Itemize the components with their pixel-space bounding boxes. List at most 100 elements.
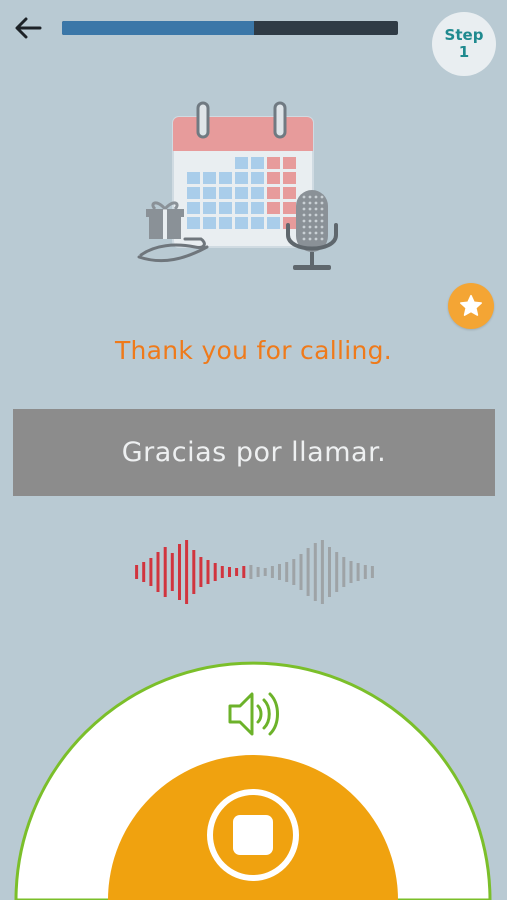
waveform-bar — [163, 547, 167, 597]
mic-grille-dot — [308, 207, 312, 211]
waveform-bar — [142, 562, 146, 582]
calendar-cell — [251, 187, 264, 199]
calendar-cell — [203, 217, 216, 229]
calendar-cell — [219, 202, 232, 214]
waveform-bar — [335, 552, 339, 592]
waveform-bar — [185, 540, 189, 604]
waveform-bar — [242, 566, 246, 578]
calendar-cell — [283, 172, 296, 184]
waveform-bar — [206, 560, 210, 584]
calendar-cell — [267, 202, 280, 214]
calendar-cell — [219, 187, 232, 199]
mic-grille-dot — [302, 213, 306, 217]
mic-grille-dot — [320, 201, 324, 205]
mic-grille-dot — [320, 207, 324, 211]
calendar-cell — [235, 187, 248, 199]
star-icon — [460, 294, 482, 316]
english-phrase: Thank you for calling. — [114, 336, 393, 365]
step-number: 1 — [458, 43, 470, 61]
mic-grille-dot — [320, 231, 324, 235]
waveform-bar — [256, 567, 260, 577]
waveform-bar — [156, 552, 160, 592]
mic-grille-dot — [320, 219, 324, 223]
waveform-bar — [306, 548, 310, 596]
waveform-bar — [342, 557, 346, 587]
waveform-bar — [178, 544, 181, 600]
mic-grille-dot — [320, 237, 324, 241]
mic-grille-dot — [308, 231, 312, 235]
step-label: Step — [444, 26, 484, 44]
calendar-cell — [251, 202, 264, 214]
mic-grille-dot — [314, 237, 318, 241]
mic-grille-dot — [302, 231, 306, 235]
waveform-bar — [270, 566, 274, 578]
calendar-cell — [251, 217, 264, 229]
favorite-button[interactable] — [448, 283, 494, 329]
speaker-button[interactable] — [222, 683, 286, 745]
mic-grille-dot — [302, 207, 306, 211]
mic-grille-dot — [320, 225, 324, 229]
mic-grille-dot — [302, 195, 306, 199]
audio-waveform-icon — [135, 540, 374, 604]
stop-button[interactable] — [205, 787, 301, 883]
progress-fill — [62, 21, 254, 35]
waveform-bar — [328, 547, 331, 597]
waveform-bar — [285, 562, 289, 582]
waveform-bar — [170, 553, 174, 591]
calendar-cell — [267, 187, 280, 199]
waveform-bar — [299, 554, 303, 590]
waveform-bar — [356, 563, 360, 581]
waveform-bar — [135, 565, 139, 579]
mic-grille-dot — [320, 195, 324, 199]
waveform-bar — [363, 565, 367, 579]
waveform-bar — [313, 543, 317, 601]
calendar-cell — [203, 202, 216, 214]
waveform-bar — [263, 568, 267, 576]
waveform-bar — [249, 565, 253, 579]
calendar-cell — [187, 217, 200, 229]
mic-grille-dot — [314, 195, 318, 199]
calendar-cell — [235, 157, 248, 169]
waveform-bar — [320, 540, 324, 604]
mic-grille-dot — [314, 219, 318, 223]
calendar-cell — [203, 187, 216, 199]
waveform-bar — [192, 550, 196, 594]
calendar-cell — [235, 217, 248, 229]
back-button[interactable] — [10, 10, 46, 46]
waveform-bar — [292, 559, 296, 585]
arrow-left-icon — [15, 17, 42, 39]
calendar-cell — [267, 172, 280, 184]
waveform-bar — [349, 561, 353, 583]
calendar-cell — [187, 187, 200, 199]
calendar-cell — [219, 172, 232, 184]
waveform-bar — [370, 566, 374, 578]
calendar-cell — [235, 202, 248, 214]
mic-grille-dot — [314, 201, 318, 205]
progress-bar — [62, 21, 398, 35]
calendar-cell — [251, 157, 264, 169]
speaker-icon — [228, 692, 279, 736]
mic-grille-dot — [302, 225, 306, 229]
mic-grille-dot — [308, 213, 312, 217]
waveform-bar — [220, 566, 224, 578]
mic-grille-dot — [302, 219, 306, 223]
waveform-bar — [278, 564, 281, 580]
calendar-cell — [203, 172, 216, 184]
mic-grille-dot — [314, 231, 318, 235]
mic-grille-dot — [302, 201, 306, 205]
waveform-bar — [228, 567, 231, 577]
calendar-cell — [283, 187, 296, 199]
mic-grille-dot — [314, 213, 318, 217]
waveform-bar — [235, 568, 239, 576]
stop-icon — [207, 789, 299, 881]
mic-grille-dot — [302, 237, 306, 241]
mic-grille-dot — [308, 195, 312, 199]
calendar-cell — [267, 157, 280, 169]
mic-grille-dot — [314, 225, 318, 229]
mic-grille-dot — [320, 213, 324, 217]
calendar-gift-microphone-illustration — [137, 101, 338, 270]
translation-box: Gracias por llamar. — [13, 409, 495, 496]
spanish-phrase: Gracias por llamar. — [121, 437, 387, 468]
calendar-cell — [283, 202, 296, 214]
calendar-cell — [187, 202, 200, 214]
